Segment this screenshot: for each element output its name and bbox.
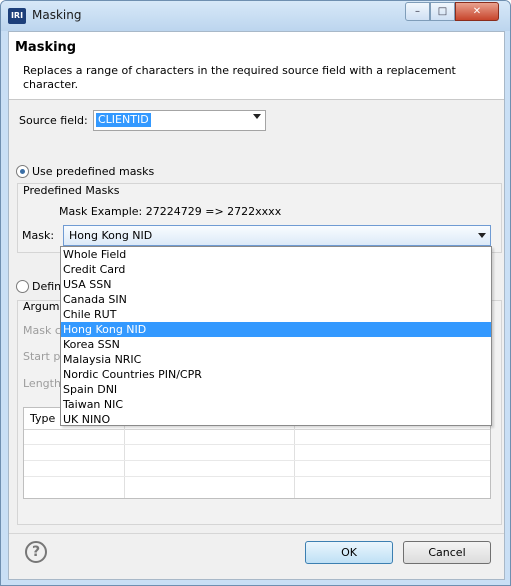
- mask-option-credit-card[interactable]: Credit Card: [61, 262, 491, 277]
- source-field-label: Source field:: [19, 114, 88, 127]
- maximize-button[interactable]: □: [430, 2, 455, 21]
- table-row: [24, 460, 490, 461]
- start-position-label: Start p: [23, 350, 61, 363]
- maximize-icon: □: [437, 6, 448, 17]
- source-field-combo[interactable]: CLIENTID: [93, 110, 266, 131]
- mask-option-hong-kong-nid[interactable]: Hong Kong NID: [61, 322, 491, 337]
- dialog-header: Masking Replaces a range of characters i…: [9, 32, 504, 100]
- footer-divider: [9, 533, 504, 534]
- length-label: Length: [23, 377, 61, 390]
- mask-option-chile-rut[interactable]: Chile RUT: [61, 307, 491, 322]
- define-custom-label: Defin: [32, 280, 62, 293]
- source-field-value: CLIENTID: [96, 113, 151, 127]
- question-mark-icon[interactable]: ?: [25, 541, 47, 563]
- masking-dialog: IRI Masking – □ ✕ Masking Replaces a ran…: [0, 0, 511, 586]
- minimize-button[interactable]: –: [405, 2, 430, 21]
- radio-selected-dot: [20, 169, 25, 174]
- mask-option-taiwan-nic[interactable]: Taiwan NIC: [61, 397, 491, 412]
- mask-option-malaysia-nric[interactable]: Malaysia NRIC: [61, 352, 491, 367]
- chevron-down-icon: [253, 114, 261, 119]
- title-bar[interactable]: IRI Masking – □ ✕: [1, 1, 510, 31]
- page-title: Masking: [15, 40, 77, 55]
- mask-option-uk-nino[interactable]: UK NINO: [61, 412, 491, 427]
- mask-option-korea-ssn[interactable]: Korea SSN: [61, 337, 491, 352]
- dialog-content: Masking Replaces a range of characters i…: [8, 31, 505, 580]
- mask-label: Mask:: [22, 229, 55, 242]
- window-title: Masking: [32, 8, 82, 22]
- predefined-masks-title: Predefined Masks: [23, 184, 120, 197]
- cancel-button[interactable]: Cancel: [403, 541, 491, 564]
- mask-select[interactable]: Hong Kong NID: [63, 225, 491, 246]
- page-description: Replaces a range of characters in the re…: [23, 64, 456, 91]
- table-row: [24, 444, 490, 445]
- mask-char-label: Mask c: [23, 324, 61, 337]
- mask-option-spain-dni[interactable]: Spain DNI: [61, 382, 491, 397]
- table-row: [24, 476, 490, 477]
- mask-dropdown-list[interactable]: Whole Field Credit Card USA SSN Canada S…: [60, 246, 492, 426]
- mask-option-canada-sin[interactable]: Canada SIN: [61, 292, 491, 307]
- close-icon: ✕: [472, 6, 482, 17]
- use-predefined-radio[interactable]: [16, 165, 29, 178]
- mask-option-whole-field[interactable]: Whole Field: [61, 247, 491, 262]
- ok-button[interactable]: OK: [305, 541, 393, 564]
- mask-option-usa-ssn[interactable]: USA SSN: [61, 277, 491, 292]
- close-button[interactable]: ✕: [455, 2, 499, 21]
- mask-selected-value: Hong Kong NID: [69, 229, 153, 242]
- chevron-down-icon: [478, 233, 486, 238]
- use-predefined-label: Use predefined masks: [32, 165, 155, 178]
- define-custom-radio[interactable]: [16, 280, 29, 293]
- column-header-type: Type: [30, 412, 56, 425]
- iri-logo-icon: IRI: [8, 8, 26, 24]
- minimize-icon: –: [415, 6, 420, 17]
- mask-option-nordic-pin-cpr[interactable]: Nordic Countries PIN/CPR: [61, 367, 491, 382]
- mask-example: Mask Example: 27224729 => 2722xxxx: [59, 205, 282, 218]
- arguments-title: Argum: [23, 300, 60, 313]
